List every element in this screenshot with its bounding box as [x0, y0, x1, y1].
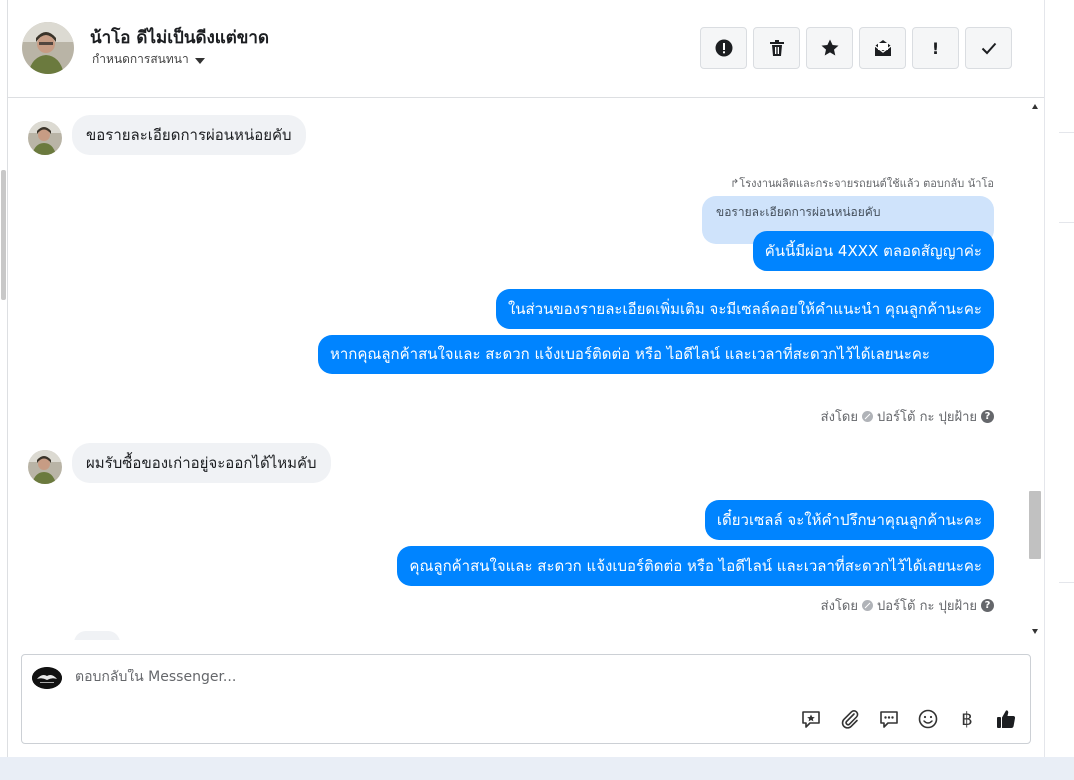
outgoing-message[interactable]: เดี๋ยวเซลล์ จะให้คำปรึกษาคุณลูกค้านะคะ	[704, 500, 994, 540]
checkmark-icon	[981, 42, 996, 55]
outgoing-message[interactable]: คุณลูกค้าสนใจและ สะดวก แจ้งเบอร์ติดต่อ ห…	[397, 546, 994, 586]
divider	[1059, 222, 1074, 223]
incoming-message[interactable]: ขอรายละเอียดการผ่อนหน่อยคับ	[72, 115, 306, 155]
envelope-open-icon	[874, 40, 891, 56]
sent-by-prefix: ส่งโดย	[820, 599, 858, 614]
delete-button[interactable]	[753, 27, 800, 69]
quick-replies-icon[interactable]	[877, 707, 901, 731]
trash-icon	[769, 40, 784, 56]
star-icon	[821, 39, 838, 56]
contact-name[interactable]: น้าโอ ดีไม่เป็นดีงแต่ขาด	[90, 24, 269, 51]
outgoing-message[interactable]: คันนี้มีผ่อน 4XXX ตลอดสัญญาค่ะ	[752, 231, 994, 271]
reply-composer: ฿	[21, 654, 1031, 744]
thread-scrollbar[interactable]	[1027, 99, 1043, 640]
conversation-header: น้าโอ ดีไม่เป็นดีงแต่ขาด กำหนดการสนทนา !	[8, 0, 1044, 98]
reply-context-note: ↱โรงงานผลิตและกระจายรถยนต์ใช้แล้ว ตอบกลั…	[730, 177, 994, 190]
mark-unread-button[interactable]	[859, 27, 906, 69]
message-input[interactable]	[75, 669, 755, 685]
right-side-panel	[1044, 0, 1074, 757]
scroll-up-arrow-icon[interactable]	[1032, 104, 1038, 109]
divider	[1059, 132, 1074, 133]
spam-button[interactable]	[700, 27, 747, 69]
sent-by-prefix: ส่งโดย	[820, 410, 858, 425]
incoming-message-partial[interactable]	[74, 631, 120, 640]
follow-up-button[interactable]: !	[912, 27, 959, 69]
page-logo-avatar	[32, 667, 62, 689]
sent-by-agent: ปอร์โต้ กะ ปุยฝ้าย	[877, 599, 977, 614]
sent-by-agent: ปอร์โต้ กะ ปุยฝ้าย	[877, 410, 977, 425]
exclamation-icon: !	[931, 38, 940, 58]
saved-reply-icon[interactable]	[799, 707, 823, 731]
agent-status-icon	[862, 411, 873, 422]
scroll-down-arrow-icon[interactable]	[1032, 629, 1038, 634]
outgoing-message[interactable]: ในส่วนของรายละเอียดเพิ่มเติม จะมีเซลล์คอ…	[495, 289, 994, 329]
outgoing-message[interactable]: หากคุณลูกค้าสนใจและ สะดวก แจ้งเบอร์ติดต่…	[318, 335, 994, 374]
assign-label: กำหนดการสนทนา	[92, 52, 189, 66]
mark-done-button[interactable]	[965, 27, 1012, 69]
help-icon[interactable]: ?	[981, 599, 994, 612]
alert-circle-icon	[715, 39, 732, 57]
agent-status-icon	[862, 600, 873, 611]
conversation-toolbar: !	[700, 27, 1012, 69]
help-icon[interactable]: ?	[981, 410, 994, 423]
sender-avatar[interactable]	[28, 450, 62, 484]
baht-payment-icon[interactable]: ฿	[955, 707, 979, 731]
star-button[interactable]	[806, 27, 853, 69]
conversation-panel: น้าโอ ดีไม่เป็นดีงแต่ขาด กำหนดการสนทนา !	[8, 0, 1044, 757]
caret-down-icon	[194, 57, 205, 64]
divider	[1059, 582, 1074, 583]
left-edge-panel	[0, 0, 8, 757]
attachment-icon[interactable]	[838, 707, 862, 731]
sent-by-info: ส่งโดย ปอร์โต้ กะ ปุยฝ้าย ?	[821, 406, 994, 427]
message-thread[interactable]: ขอรายละเอียดการผ่อนหน่อยคับ ↱โรงงานผลิตแ…	[8, 99, 1044, 640]
thumbs-up-icon[interactable]	[994, 707, 1018, 731]
sent-by-info: ส่งโดย ปอร์โต้ กะ ปุยฝ้าย ?	[821, 595, 994, 616]
sender-avatar[interactable]	[28, 121, 62, 155]
left-scrollbar-thumb[interactable]	[1, 170, 6, 300]
composer-actions: ฿	[799, 707, 1018, 731]
scrollbar-thumb[interactable]	[1029, 491, 1041, 559]
incoming-message[interactable]: ผมรับซื้อของเก่าอยู่จะออกได้ไหมคับ	[72, 443, 331, 483]
assign-conversation-dropdown[interactable]: กำหนดการสนทนา	[92, 50, 205, 69]
emoji-icon[interactable]	[916, 707, 940, 731]
contact-avatar[interactable]	[22, 22, 74, 74]
